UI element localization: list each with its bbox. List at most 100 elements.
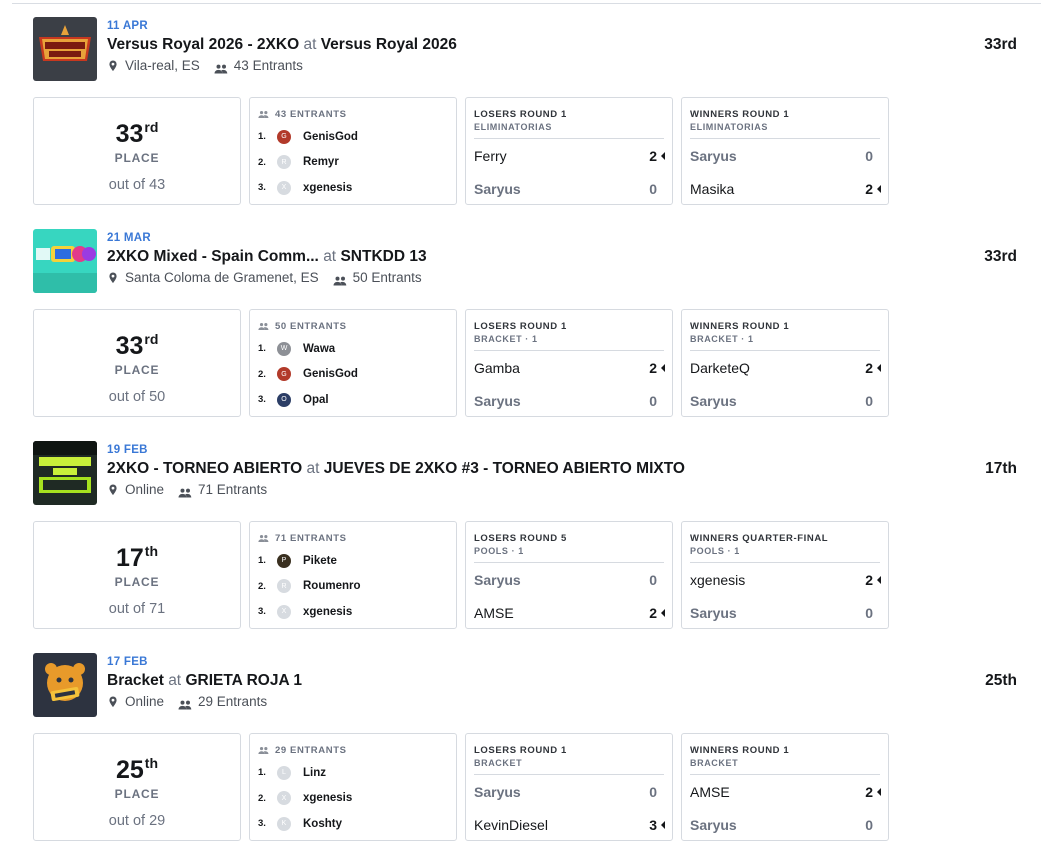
- avatar: G: [277, 129, 291, 144]
- player-score: 2: [865, 180, 873, 197]
- player-name[interactable]: Saryus: [474, 181, 521, 197]
- player-name[interactable]: Saryus: [690, 148, 737, 164]
- player-name[interactable]: Masika: [690, 181, 734, 197]
- versus-royal-logo[interactable]: [33, 17, 97, 81]
- entrant-row[interactable]: 2. Xxgenesis: [258, 786, 448, 812]
- entrant-row[interactable]: 1. W Wawa: [258, 336, 448, 362]
- entrant-name[interactable]: Roumenro: [303, 580, 361, 592]
- tournament-title[interactable]: 2XKO - TORNEO ABIERTO at JUEVES DE 2XKO …: [107, 459, 907, 479]
- player-score: 2: [649, 359, 657, 376]
- entrant-row[interactable]: 3. Xxgenesis: [258, 175, 448, 201]
- player-name[interactable]: Ferry: [474, 148, 507, 164]
- entrant-name[interactable]: xgenesis: [303, 606, 352, 618]
- entrant-name[interactable]: Linz: [303, 767, 326, 779]
- tournament-title[interactable]: Bracket at GRIETA ROJA 1: [107, 671, 907, 691]
- event-name[interactable]: Versus Royal 2026 - 2XKO: [107, 36, 299, 53]
- player-score: 0: [865, 816, 873, 833]
- player-score: 0: [649, 571, 657, 588]
- entrant-row[interactable]: 2. R Remyr: [258, 150, 448, 176]
- player-name[interactable]: AMSE: [690, 784, 730, 800]
- entrant-name[interactable]: GenisGod: [303, 368, 358, 380]
- match-card-2[interactable]: WINNERS ROUND 1 ELIMINATORIAS Saryus 0 Masik…: [681, 97, 889, 205]
- event-name[interactable]: 2XKO - TORNEO ABIERTO: [107, 460, 302, 477]
- placement-number: 33rd: [115, 119, 159, 148]
- tournament-name[interactable]: SNTKDD 13: [340, 248, 426, 265]
- entrant-name[interactable]: Remyr: [303, 156, 339, 168]
- winner-indicator-icon: [661, 151, 665, 160]
- player-name[interactable]: Saryus: [474, 393, 521, 409]
- player-name[interactable]: AMSE: [474, 605, 514, 621]
- entrant-name[interactable]: GenisGod: [303, 131, 358, 143]
- placement-suffix: rd: [144, 119, 159, 135]
- at-label: at: [303, 36, 317, 53]
- entrant-name[interactable]: xgenesis: [303, 182, 352, 194]
- event-name[interactable]: 2XKO Mixed - Spain Comm...: [107, 248, 319, 265]
- event-name[interactable]: Bracket: [107, 672, 164, 689]
- player-name[interactable]: Saryus: [690, 817, 737, 833]
- people-icon: [258, 110, 269, 119]
- avatar: P: [277, 553, 291, 568]
- match-card-1[interactable]: LOSERS ROUND 1 BRACKET · 1 Gamba 2 Saryus 0: [465, 309, 673, 417]
- tournament-name[interactable]: Versus Royal 2026: [321, 36, 457, 53]
- player-name[interactable]: Saryus: [474, 784, 521, 800]
- tournament-entry: 21 MAR 2XKO Mixed - Spain Comm... at SNT…: [0, 212, 1041, 424]
- tournament-location: Vila-real, ES: [125, 58, 200, 73]
- jueves-de-2xko-logo[interactable]: [33, 441, 97, 505]
- entrant-row[interactable]: 3. K Koshty: [258, 811, 448, 837]
- entrant-row[interactable]: 2. G GenisGod: [258, 362, 448, 388]
- tournament-location: Online: [125, 694, 165, 709]
- player-score: 0: [649, 392, 657, 409]
- kings-logo[interactable]: [33, 653, 97, 717]
- top-entrants-card[interactable]: 43 ENTRANTS 1. G GenisGod 2. R Remyr 3. Xxgenes…: [249, 97, 457, 205]
- entrant-name[interactable]: Opal: [303, 394, 329, 406]
- top-entrants-card[interactable]: 50 ENTRANTS 1. W Wawa 2. G GenisGod 3. O Opal: [249, 309, 457, 417]
- entrant-row[interactable]: 1. L Linz: [258, 760, 448, 786]
- people-icon: [214, 61, 228, 74]
- match-round: WINNERS ROUND 1: [690, 321, 790, 332]
- player-name[interactable]: DarketeQ: [690, 360, 750, 376]
- top-entrants-card[interactable]: 71 ENTRANTS 1. P Pikete 2. R Roumenro 3. Xxgene…: [249, 521, 457, 629]
- entrant-row[interactable]: 1. P Pikete: [258, 548, 448, 574]
- at-label: at: [306, 460, 320, 477]
- match-round: WINNERS ROUND 1: [690, 745, 790, 756]
- player-name[interactable]: Saryus: [690, 605, 737, 621]
- player-name[interactable]: KevinDiesel: [474, 817, 548, 833]
- sntkdd-logo[interactable]: [33, 229, 97, 293]
- entrant-name[interactable]: Pikete: [303, 555, 337, 567]
- top-entrants-count: 29 ENTRANTS: [275, 744, 347, 756]
- winner-indicator-icon: [877, 363, 881, 372]
- entrant-row[interactable]: 1. G GenisGod: [258, 124, 448, 150]
- entrant-row[interactable]: 3. O Opal: [258, 387, 448, 413]
- entrant-name[interactable]: xgenesis: [303, 792, 352, 804]
- entrant-row[interactable]: 3. Xxgenesis: [258, 599, 448, 625]
- entrant-name[interactable]: Wawa: [303, 343, 335, 355]
- top-entrants-count: 50 ENTRANTS: [275, 320, 347, 332]
- winner-indicator-icon: [661, 608, 665, 617]
- placement-number: 33rd: [115, 331, 159, 360]
- top-entrants-header: 50 ENTRANTS: [258, 320, 448, 332]
- tournament-location: Online: [125, 482, 165, 497]
- top-entrants-card[interactable]: 29 ENTRANTS 1. L Linz 2. Xxgenesis 3. K Koshty: [249, 733, 457, 841]
- player-name[interactable]: Saryus: [474, 572, 521, 588]
- tournament-entrant-count: 29 Entrants: [198, 694, 268, 709]
- player-name[interactable]: xgenesis: [690, 572, 745, 588]
- match-card-1[interactable]: LOSERS ROUND 5 POOLS · 1 Saryus 0 AMSE 2: [465, 521, 673, 629]
- avatar: R: [277, 579, 291, 594]
- tournament-name[interactable]: GRIETA ROJA 1: [185, 672, 302, 689]
- avatar: X: [277, 180, 291, 195]
- tournament-entry: 19 FEB 2XKO - TORNEO ABIERTO at JUEVES D…: [0, 424, 1041, 636]
- tournament-entrant-count: 50 Entrants: [352, 270, 422, 285]
- entrant-row[interactable]: 2. R Roumenro: [258, 574, 448, 600]
- player-name[interactable]: Gamba: [474, 360, 520, 376]
- player-name[interactable]: Saryus: [690, 393, 737, 409]
- entrant-name[interactable]: Koshty: [303, 818, 342, 830]
- match-card-2[interactable]: WINNERS ROUND 1 BRACKET AMSE 2 Saryus 0: [681, 733, 889, 841]
- tournament-name[interactable]: JUEVES DE 2XKO #3 - TORNEO ABIERTO MIXTO: [324, 460, 685, 477]
- match-card-1[interactable]: LOSERS ROUND 1 ELIMINATORIAS Ferry 2 Saryus 0: [465, 97, 673, 205]
- winner-indicator-icon: [661, 820, 665, 829]
- tournament-title[interactable]: Versus Royal 2026 - 2XKO at Versus Royal…: [107, 35, 907, 55]
- tournament-title[interactable]: 2XKO Mixed - Spain Comm... at SNTKDD 13: [107, 247, 907, 267]
- match-card-2[interactable]: WINNERS ROUND 1 BRACKET · 1 DarketeQ 2 Saryu…: [681, 309, 889, 417]
- match-card-1[interactable]: LOSERS ROUND 1 BRACKET Saryus 0 KevinDiesel 3: [465, 733, 673, 841]
- match-card-2[interactable]: WINNERS QUARTER-FINAL POOLS · 1 xgenesis 2 S…: [681, 521, 889, 629]
